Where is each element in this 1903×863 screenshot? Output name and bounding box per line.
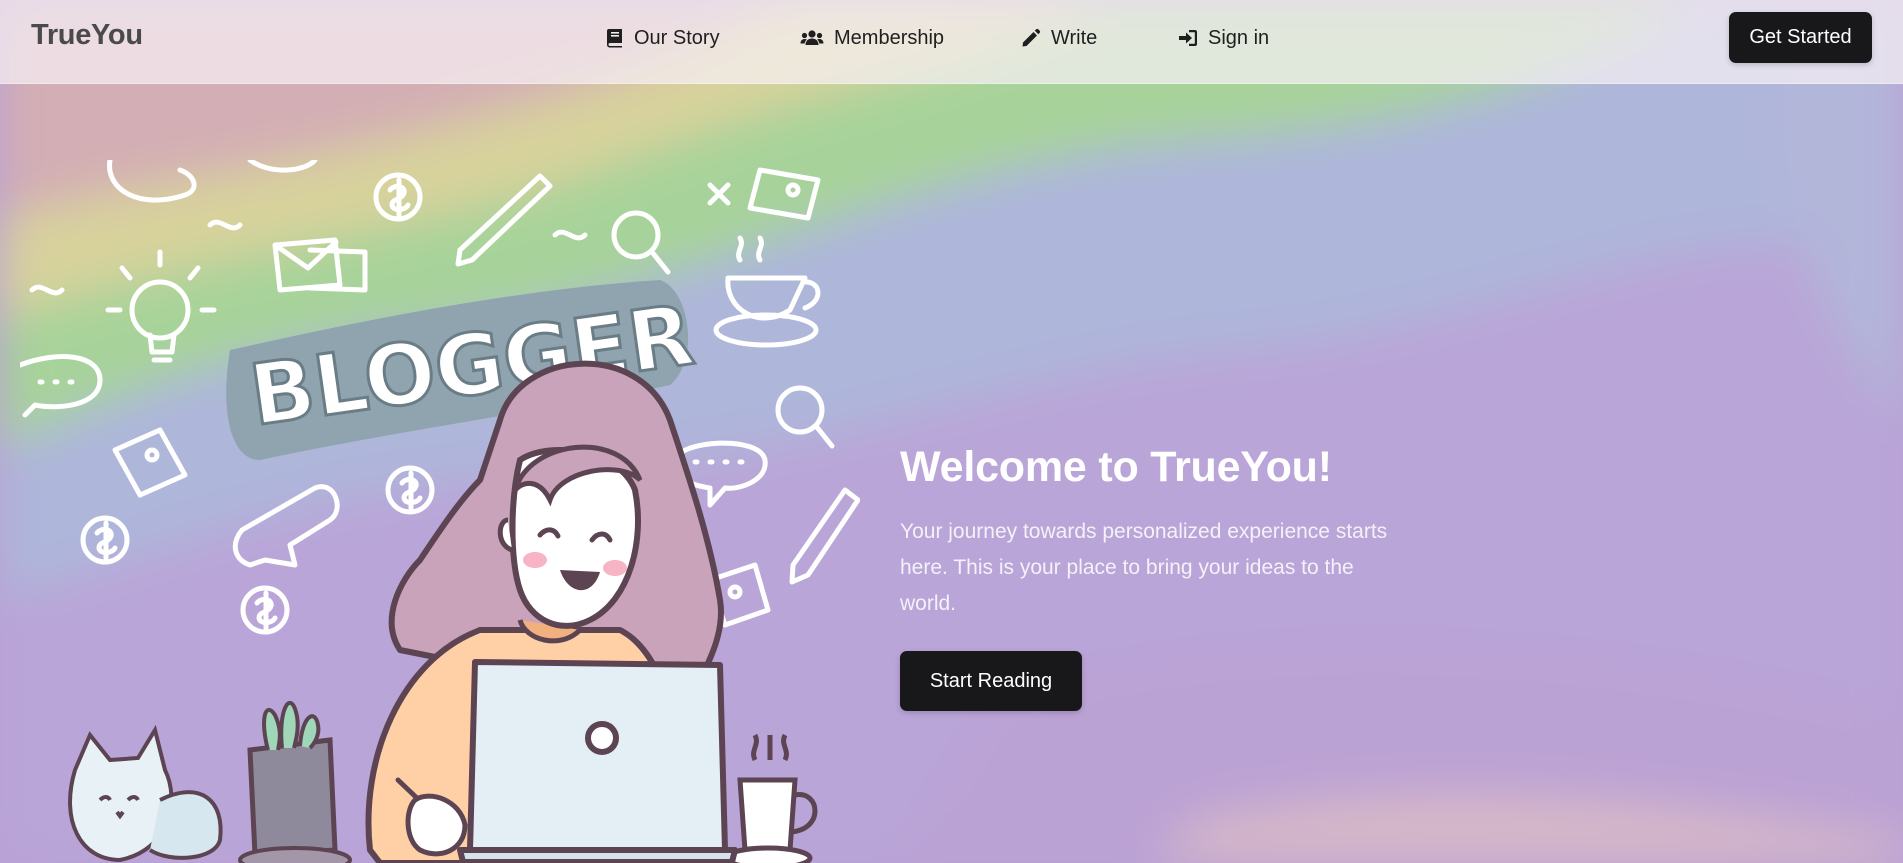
nav-item-label: Our Story [634, 26, 720, 49]
sign-in-icon [1178, 29, 1198, 47]
nav-item-our-story[interactable]: Our Story [606, 24, 720, 52]
nav-item-label: Membership [834, 26, 945, 49]
hero-section: Welcome to TrueYou! Your journey towards… [900, 440, 1420, 711]
book-icon [606, 28, 624, 48]
hero-description: Your journey towards personalized experi… [900, 520, 1388, 615]
nav-item-membership[interactable]: Membership [800, 24, 944, 52]
hero-title: Welcome to TrueYou! [900, 443, 1332, 491]
nav-item-label: Write [1051, 26, 1098, 49]
nav-item-label: Sign in [1208, 26, 1270, 49]
brand-logo[interactable]: TrueYou [31, 19, 143, 52]
pencil-icon [1021, 28, 1041, 48]
get-started-button[interactable]: Get Started [1729, 12, 1872, 63]
top-navbar: TrueYou Our Story Membership Write Sign … [0, 0, 1903, 84]
nav-item-sign-in[interactable]: Sign in [1178, 24, 1269, 52]
nav-item-write[interactable]: Write [1021, 24, 1097, 52]
blogger-illustration: BLOGGER [20, 160, 860, 863]
users-icon [800, 29, 824, 47]
start-reading-button[interactable]: Start Reading [900, 651, 1082, 711]
